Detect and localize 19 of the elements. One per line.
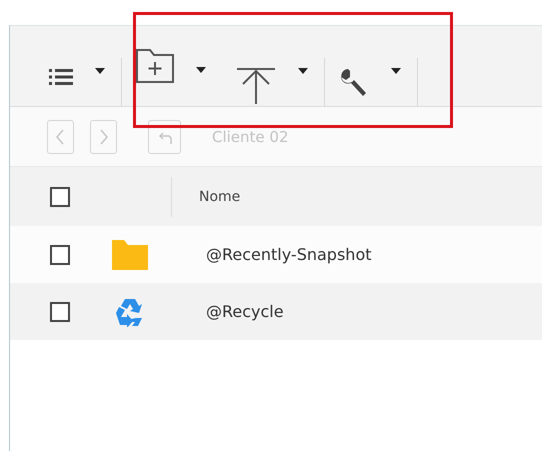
caret-icon[interactable] (391, 68, 401, 74)
file-name[interactable]: @Recycle (206, 302, 284, 321)
wrench-icon (339, 68, 369, 98)
checkbox[interactable] (50, 186, 70, 206)
checkbox[interactable] (50, 302, 70, 322)
list-icon (49, 68, 73, 86)
upload-icon (236, 68, 276, 104)
caret-icon[interactable] (95, 68, 105, 74)
upload-button[interactable] (236, 68, 276, 104)
caret-icon[interactable] (196, 67, 206, 73)
folder-plus-icon (136, 49, 174, 83)
caret-icon[interactable] (298, 68, 308, 74)
folder-icon (112, 240, 148, 270)
folder-plus-button[interactable] (136, 49, 174, 83)
file-name[interactable]: @Recently-Snapshot (206, 245, 372, 264)
list-button[interactable] (49, 68, 73, 86)
column-header[interactable]: Nome (199, 188, 240, 204)
wrench-button[interactable] (339, 68, 369, 98)
checkbox[interactable] (50, 244, 70, 264)
